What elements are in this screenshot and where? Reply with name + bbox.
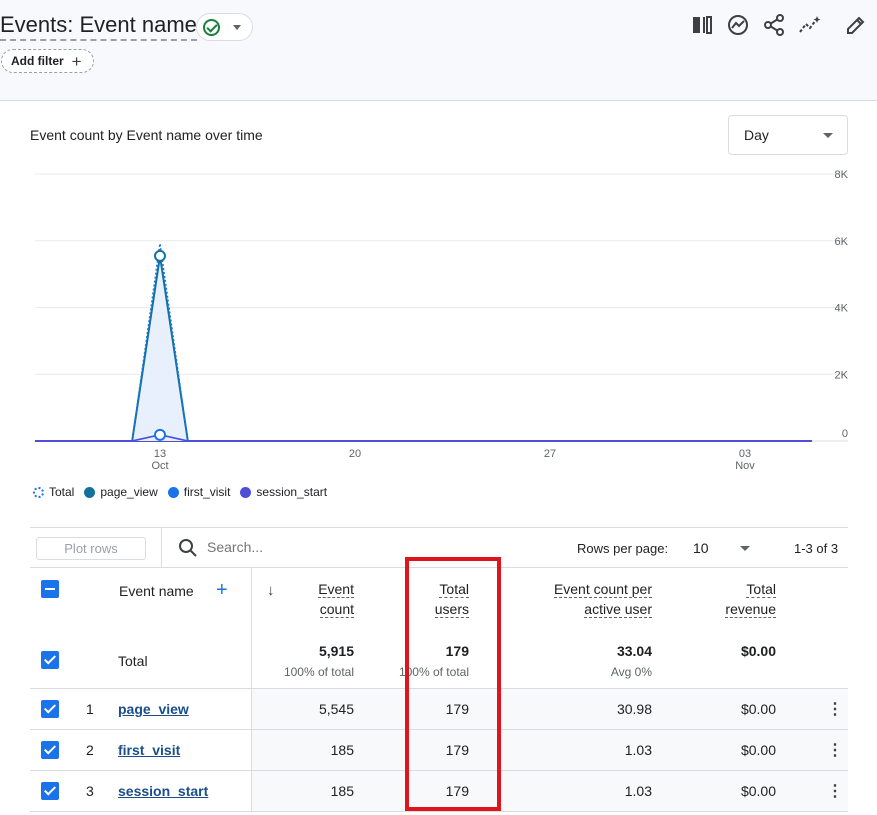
y-tick-label: 2K <box>835 369 849 381</box>
revenue-cell: $0.00 <box>740 742 776 758</box>
column-header-total-revenue[interactable]: Total revenue <box>725 579 776 619</box>
chart-title: Event count by Event name over time <box>30 127 263 143</box>
chart-legend: Total page_view first_visit session_star… <box>33 485 337 499</box>
x-tick-label: 13 <box>154 448 166 460</box>
pagination-label: 1-3 of 3 <box>794 541 839 556</box>
edit-icon[interactable] <box>844 13 868 37</box>
more-vert-icon[interactable]: ⋮ <box>827 699 843 719</box>
search-input[interactable] <box>207 539 357 555</box>
event-name-link[interactable]: first_visit <box>118 742 180 758</box>
y-tick-label: 0 <box>842 428 848 440</box>
event-count-chart: 8K 6K 4K 2K 0 13Oct 20 27 03Nov <box>35 169 849 472</box>
column-header-event-name[interactable]: Event name <box>119 583 194 599</box>
chevron-down-icon <box>233 25 241 30</box>
legend-label: session_start <box>256 485 328 499</box>
event-count-cell: 5,545 <box>318 701 354 717</box>
total-event-count-share: 100% of total <box>283 665 354 679</box>
search-icon <box>178 538 198 558</box>
plus-icon: + <box>71 51 82 71</box>
row-checkbox[interactable] <box>41 741 59 759</box>
events-per-user-cell: 30.98 <box>616 701 652 717</box>
events-per-user-cell: 1.03 <box>624 783 652 799</box>
total-revenue: $0.00 <box>740 643 776 659</box>
column-header-events-per-user[interactable]: Event count per active user <box>553 579 652 619</box>
x-tick-label: 27 <box>544 448 556 460</box>
compare-icon[interactable] <box>690 13 714 37</box>
rows-per-page-label: Rows per page: <box>577 541 669 556</box>
legend-item-total[interactable]: Total <box>33 485 74 499</box>
legend-swatch <box>33 486 44 498</box>
granularity-value: Day <box>744 127 769 143</box>
y-tick-label: 8K <box>835 169 849 181</box>
select-all-checkbox[interactable] <box>41 580 59 598</box>
total-events-per-user: 33.04 <box>616 643 652 659</box>
total-events-per-user-avg: Avg 0% <box>610 665 652 679</box>
legend-swatch <box>240 486 252 498</box>
granularity-select[interactable]: Day <box>728 115 848 155</box>
revenue-cell: $0.00 <box>740 783 776 799</box>
row-checkbox[interactable] <box>41 700 59 718</box>
divider <box>161 528 162 568</box>
y-tick-label: 4K <box>835 303 849 315</box>
legend-label: page_view <box>100 485 158 499</box>
status-chip[interactable] <box>196 13 253 41</box>
column-header-event-count[interactable]: Event count <box>318 579 354 619</box>
event-name-link[interactable]: page_view <box>118 701 189 717</box>
row-index: 3 <box>86 783 94 799</box>
legend-item-first-visit[interactable]: first_visit <box>167 485 231 499</box>
legend-item-page-view[interactable]: page_view <box>84 485 158 499</box>
legend-swatch <box>84 486 96 498</box>
column-divider <box>251 568 252 812</box>
event-name-link[interactable]: session_start <box>118 783 208 799</box>
peak-marker-page-view <box>154 249 166 262</box>
row-index: 1 <box>86 701 94 717</box>
legend-label: first_visit <box>183 485 231 499</box>
event-count-cell: 185 <box>330 742 354 758</box>
x-tick-label: 20 <box>349 448 361 460</box>
legend-label: Total <box>49 485 75 499</box>
add-filter-label: Add filter <box>11 54 64 68</box>
revenue-cell: $0.00 <box>740 701 776 717</box>
x-tick-month-label: Nov <box>735 460 755 472</box>
page-title[interactable]: Events: Event name <box>0 12 197 41</box>
y-tick-label: 6K <box>835 236 849 248</box>
area-page-view <box>132 255 188 441</box>
plot-rows-button[interactable]: Plot rows <box>36 537 146 560</box>
check-circle-icon <box>203 19 220 36</box>
rows-per-page-select[interactable]: 10 <box>693 540 709 556</box>
report-header: Events: Event name Add filter + <box>0 0 877 101</box>
chevron-down-icon[interactable] <box>740 546 750 551</box>
add-filter-button[interactable]: Add filter + <box>1 49 94 73</box>
peak-marker-first-visit <box>154 428 166 441</box>
chevron-down-icon <box>823 133 833 138</box>
x-tick-month-label: Oct <box>151 460 168 472</box>
total-row-checkbox[interactable] <box>41 651 59 669</box>
event-count-cell: 185 <box>330 783 354 799</box>
share-icon[interactable] <box>762 13 786 37</box>
events-per-user-cell: 1.03 <box>624 742 652 758</box>
total-event-count: 5,915 <box>318 643 354 659</box>
legend-item-session-start[interactable]: session_start <box>240 485 327 499</box>
insights-icon[interactable] <box>726 13 750 37</box>
sort-arrow-down-icon[interactable]: ↓ <box>267 582 275 599</box>
trend-icon[interactable] <box>798 13 822 37</box>
total-label: Total <box>118 653 148 669</box>
row-index: 2 <box>86 742 94 758</box>
add-dimension-icon[interactable]: + <box>216 579 228 602</box>
more-vert-icon[interactable]: ⋮ <box>827 781 843 801</box>
more-vert-icon[interactable]: ⋮ <box>827 740 843 760</box>
row-checkbox[interactable] <box>41 782 59 800</box>
legend-swatch <box>167 486 179 498</box>
highlight-annotation <box>405 557 501 811</box>
x-tick-label: 03 <box>739 448 751 460</box>
